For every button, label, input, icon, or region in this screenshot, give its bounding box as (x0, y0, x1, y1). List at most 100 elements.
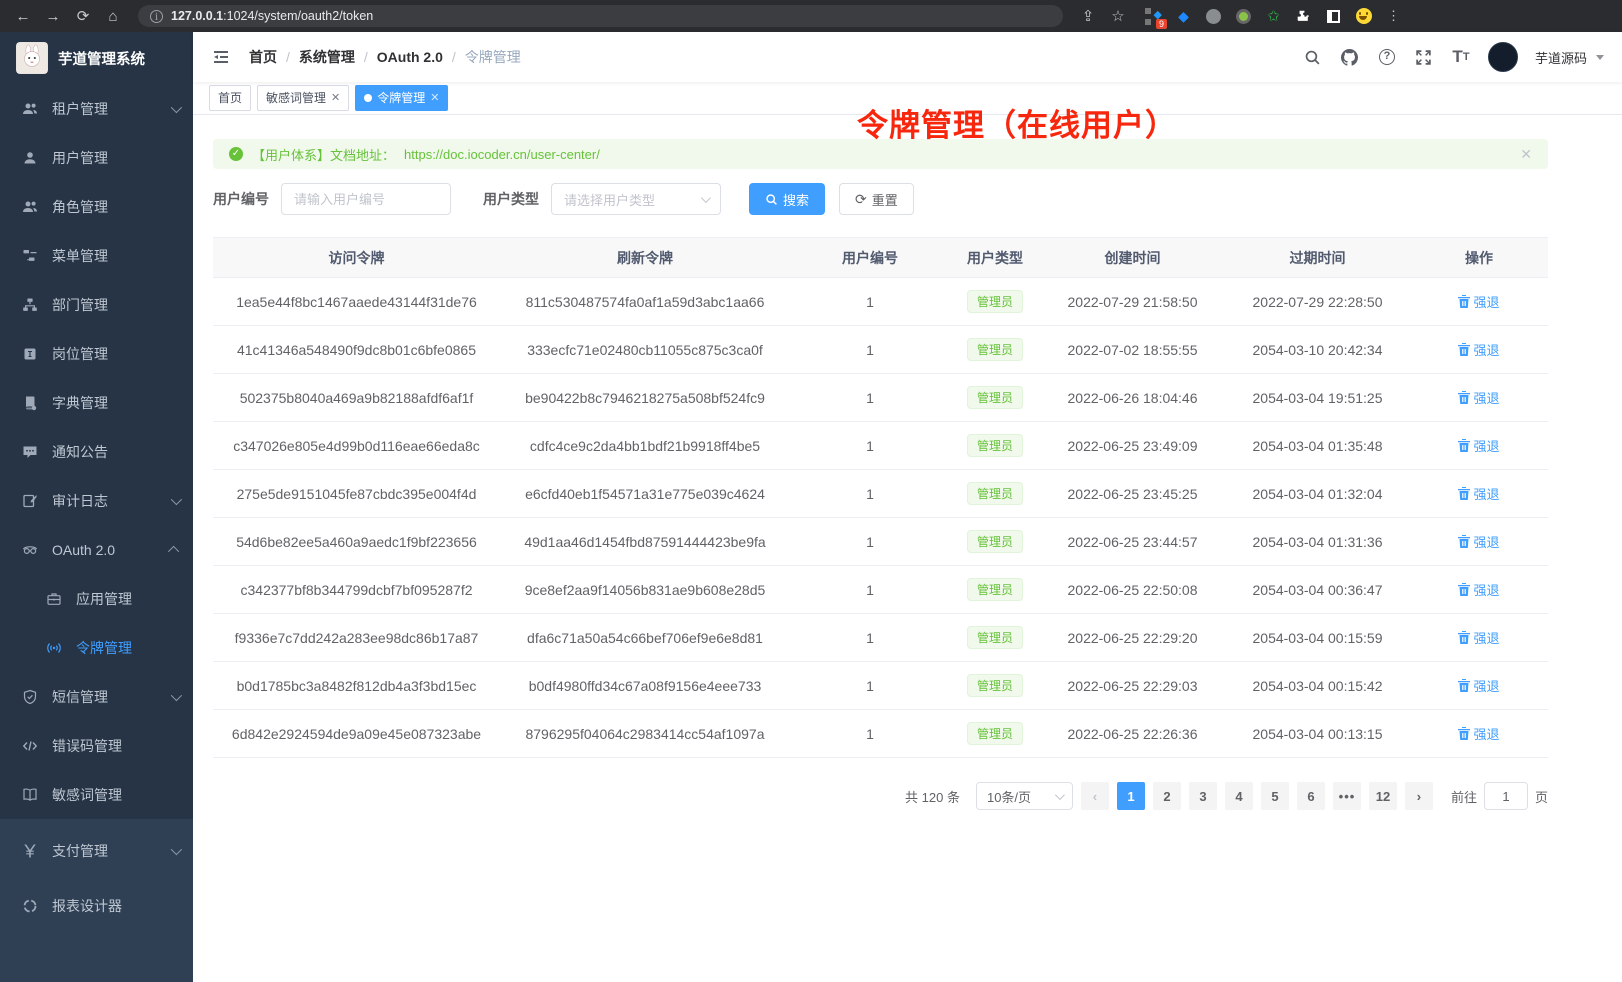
sidebar-item-audit-log[interactable]: 审计日志 (0, 476, 193, 525)
force-logout-button[interactable]: 强退 (1458, 292, 1499, 311)
breadcrumb-item[interactable]: OAuth 2.0 (377, 49, 443, 65)
tab-close-icon[interactable]: ✕ (430, 86, 439, 110)
force-logout-button[interactable]: 强退 (1458, 532, 1499, 551)
browser-back-button[interactable]: ← (10, 3, 36, 29)
sidebar-item-role[interactable]: 角色管理 (0, 182, 193, 231)
next-page-button[interactable]: › (1405, 782, 1433, 810)
alert-close-icon[interactable]: ✕ (1520, 146, 1532, 163)
breadcrumb-item[interactable]: 系统管理 (299, 47, 355, 67)
user-type-badge: 管理员 (967, 578, 1023, 601)
font-size-icon[interactable]: TT (1451, 47, 1471, 67)
more-pages-button[interactable]: ••• (1333, 782, 1361, 810)
success-check-icon: ✓ (229, 147, 243, 161)
tab-close-icon[interactable]: ✕ (331, 86, 340, 110)
prev-page-button[interactable]: ‹ (1081, 782, 1109, 810)
sidebar-item-pay[interactable]: 支付管理 (0, 823, 193, 878)
site-info-icon[interactable]: i (150, 10, 163, 23)
user-type-select[interactable]: 请选择用户类型 (551, 183, 721, 215)
page-button-5[interactable]: 5 (1261, 782, 1289, 810)
force-logout-button[interactable]: 强退 (1458, 724, 1499, 743)
extension-star-icon[interactable]: ✩ (1265, 8, 1282, 25)
force-logout-button[interactable]: 强退 (1458, 676, 1499, 695)
sidebar-item-sms[interactable]: 短信管理 (0, 672, 193, 721)
sidebar-item-notice[interactable]: 通知公告 (0, 427, 193, 476)
tab-preview-icon[interactable] (1325, 8, 1342, 25)
browser-forward-button[interactable]: → (40, 3, 66, 29)
bookmark-star-icon[interactable]: ☆ (1105, 3, 1131, 29)
sidebar-item-label: 字典管理 (52, 393, 179, 413)
extension-gem-icon[interactable]: ◆ (1175, 8, 1192, 25)
extensions-puzzle-icon[interactable] (1295, 8, 1312, 25)
sidebar-item-oauth2[interactable]: OAuth 2.0 (0, 525, 193, 574)
sidebar-item-menu[interactable]: 菜单管理 (0, 231, 193, 280)
extension-green-dot-icon[interactable] (1235, 8, 1252, 25)
view-tab[interactable]: 敏感词管理 ✕ (257, 85, 349, 111)
page-button-4[interactable]: 4 (1225, 782, 1253, 810)
table-row: 54d6be82ee5a460a9aedc1f9bf223656 49d1aa4… (213, 518, 1548, 566)
url-text: 127.0.0.1:1024/system/oauth2/token (171, 9, 373, 23)
app-logo-row[interactable]: 芋道管理系统 (0, 32, 193, 84)
share-icon[interactable]: ⇪ (1075, 3, 1101, 29)
username[interactable]: 芋道源码 (1535, 48, 1587, 67)
breadcrumb-item[interactable]: 首页 (249, 47, 277, 67)
alert-text: 【用户体系】文档地址： (252, 145, 395, 164)
sidebar-item-error-code[interactable]: 错误码管理 (0, 721, 193, 770)
force-logout-button[interactable]: 强退 (1458, 340, 1499, 359)
force-logout-button[interactable]: 强退 (1458, 628, 1499, 647)
profile-avatar-icon[interactable] (1355, 8, 1372, 25)
user-menu-caret-icon[interactable] (1596, 55, 1604, 60)
sidebar-collapse-icon[interactable] (211, 47, 231, 67)
sidebar-item-dept[interactable]: 部门管理 (0, 280, 193, 329)
sidebar-item-oauth2-app[interactable]: 应用管理 (0, 574, 193, 623)
page-button-2[interactable]: 2 (1153, 782, 1181, 810)
sidebar-item-label: 错误码管理 (52, 736, 179, 756)
expire-time-cell: 2054-03-04 01:31:36 (1225, 534, 1410, 550)
view-tab[interactable]: 首页 (209, 85, 251, 111)
sidebar-item-sensitive-word[interactable]: 敏感词管理 (0, 770, 193, 819)
sidebar-item-report[interactable]: 报表设计器 (0, 878, 193, 933)
sidebar-item-oauth2-token[interactable]: 令牌管理 (0, 623, 193, 672)
filter-form: 用户编号 用户类型 请选择用户类型 搜索 ⟳ 重置 (213, 183, 1548, 215)
help-icon[interactable]: ? (1377, 47, 1397, 67)
expire-time-cell: 2022-07-29 22:28:50 (1225, 294, 1410, 310)
browser-menu-icon[interactable]: ⋮ (1385, 8, 1402, 25)
github-icon[interactable] (1340, 47, 1360, 67)
refresh-icon: ⟳ (855, 191, 867, 208)
goto-page-input[interactable] (1484, 782, 1528, 810)
user-type-badge: 管理员 (967, 338, 1023, 361)
page-size-select[interactable]: 10条/页 (976, 782, 1073, 810)
browser-home-button[interactable]: ⌂ (100, 3, 126, 29)
force-logout-button[interactable]: 强退 (1458, 484, 1499, 503)
force-logout-button[interactable]: 强退 (1458, 580, 1499, 599)
page-button-3[interactable]: 3 (1189, 782, 1217, 810)
doc-link[interactable]: https://doc.iocoder.cn/user-center/ (404, 147, 600, 162)
reset-button[interactable]: ⟳ 重置 (839, 183, 914, 215)
force-logout-button[interactable]: 强退 (1458, 436, 1499, 455)
address-bar[interactable]: i 127.0.0.1:1024/system/oauth2/token (138, 5, 1063, 27)
page-button-6[interactable]: 6 (1297, 782, 1325, 810)
user-avatar[interactable] (1488, 42, 1518, 72)
user-id-cell: 1 (790, 486, 950, 502)
search-icon[interactable] (1303, 47, 1323, 67)
search-button[interactable]: 搜索 (749, 183, 825, 215)
view-tab[interactable]: 令牌管理 ✕ (355, 85, 448, 111)
user-id-cell: 1 (790, 294, 950, 310)
book-icon (22, 787, 38, 803)
extension-gray-icon[interactable] (1205, 8, 1222, 25)
goto-unit: 页 (1535, 787, 1548, 806)
extension-grid-icon[interactable]: ◆9 (1145, 8, 1162, 25)
sidebar-item-dict[interactable]: 字典管理 (0, 378, 193, 427)
user-type-badge: 管理员 (967, 674, 1023, 697)
page-button-12[interactable]: 12 (1369, 782, 1397, 810)
user-id-input[interactable] (281, 183, 451, 215)
column-header: 操作 (1410, 248, 1548, 268)
sidebar-item-post[interactable]: 岗位管理 (0, 329, 193, 378)
browser-reload-button[interactable]: ⟳ (70, 3, 96, 29)
table-row: 1ea5e44f8bc1467aaede43144f31de76 811c530… (213, 278, 1548, 326)
breadcrumb-separator: / (286, 49, 290, 65)
sidebar-item-tenant[interactable]: 租户管理 (0, 84, 193, 133)
sidebar-item-user[interactable]: 用户管理 (0, 133, 193, 182)
force-logout-button[interactable]: 强退 (1458, 388, 1499, 407)
fullscreen-icon[interactable] (1414, 47, 1434, 67)
page-button-1[interactable]: 1 (1117, 782, 1145, 810)
